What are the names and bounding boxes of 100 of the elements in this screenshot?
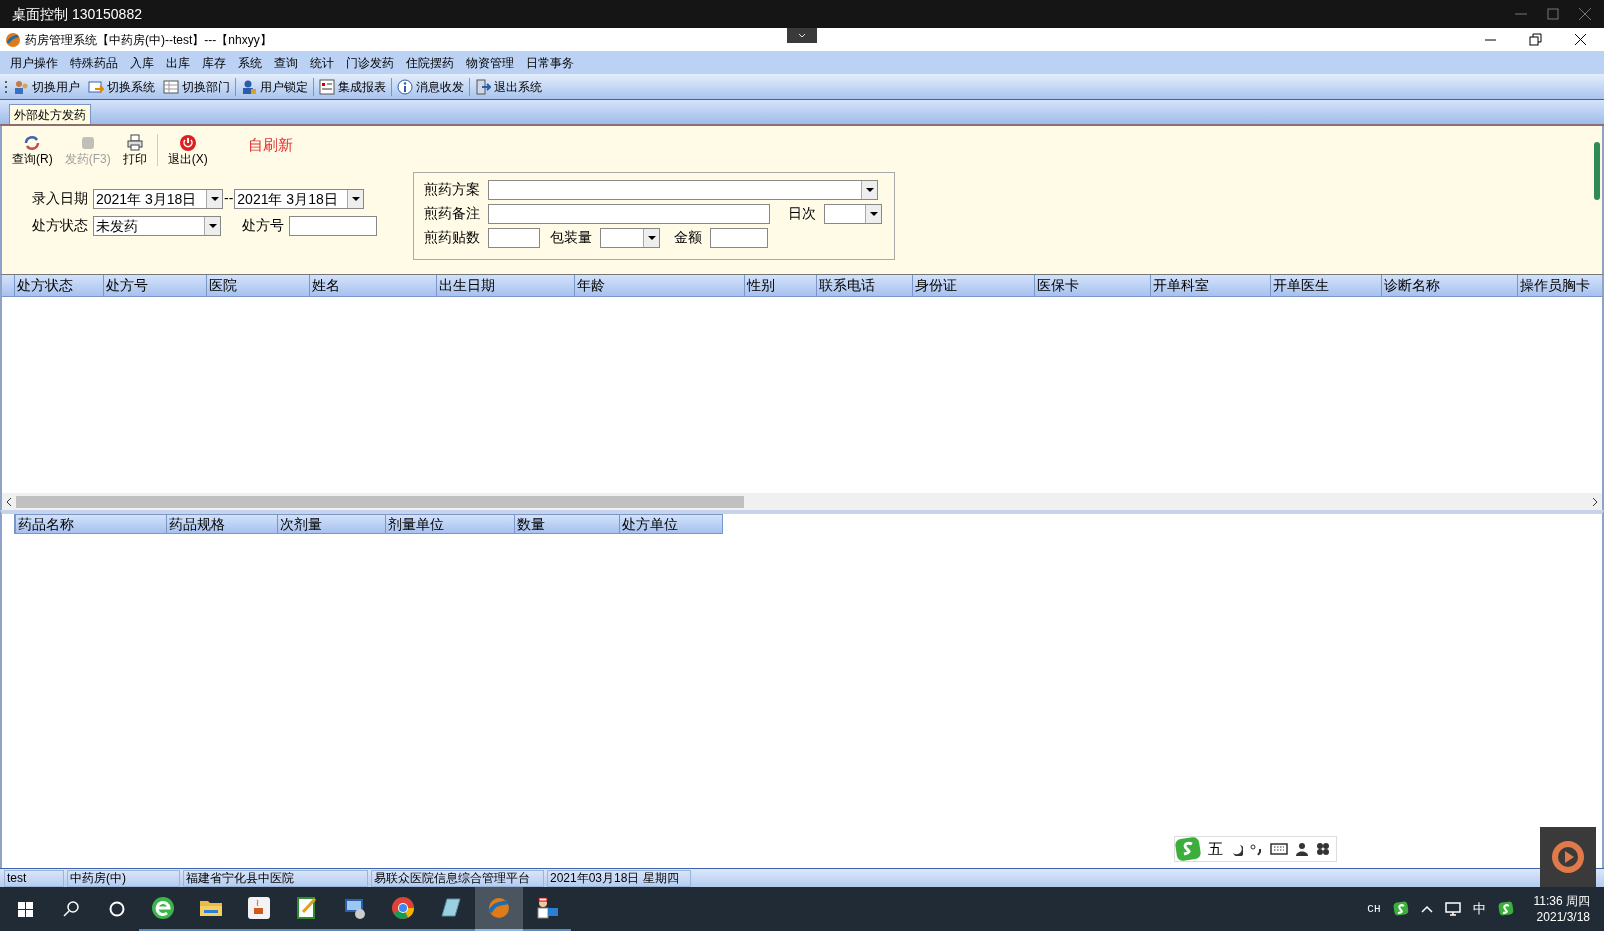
- ime-logo-icon[interactable]: [1497, 901, 1514, 917]
- menu-item[interactable]: 系统: [232, 53, 268, 72]
- toolbar-grip-icon: [4, 78, 8, 95]
- clock-date[interactable]: 2021/3/18: [1536, 909, 1590, 925]
- app-logo-icon: [487, 896, 511, 920]
- tab[interactable]: 外部处方发药: [9, 104, 91, 124]
- scroll-left-icon[interactable]: [6, 497, 12, 506]
- status-cell: 2021年03月18日 星期四: [547, 869, 691, 887]
- app-logo-icon: [5, 31, 21, 48]
- dropdown-arrow-icon[interactable]: [865, 187, 874, 192]
- menu-item[interactable]: 特殊药品: [64, 53, 124, 72]
- dropdown-arrow-icon[interactable]: [351, 196, 360, 201]
- column-header[interactable]: 开单医生: [1270, 275, 1381, 296]
- horizontal-scrollbar[interactable]: [2, 493, 1602, 510]
- column-header[interactable]: 次剂量: [277, 515, 385, 533]
- status-dropdown[interactable]: 未发药: [93, 215, 221, 236]
- keyboard-icon[interactable]: [1270, 842, 1288, 856]
- column-header[interactable]: 联系电话: [816, 275, 912, 296]
- column-header[interactable]: 处方单位: [619, 515, 722, 533]
- status-cell: 易联众医院信息综合管理平台: [371, 869, 544, 887]
- toolbar-button[interactable]: 用户锁定: [238, 75, 311, 98]
- column-header[interactable]: 药品名称: [15, 515, 166, 533]
- windows-start-icon[interactable]: [18, 901, 33, 917]
- status-cell: 福建省宁化县中医院: [183, 869, 368, 887]
- restore-icon[interactable]: [1529, 33, 1542, 46]
- column-header[interactable]: 剂量单位: [385, 515, 514, 533]
- status-cell: test: [4, 869, 64, 887]
- action-button[interactable]: 打印: [120, 134, 149, 166]
- menu-item[interactable]: 统计: [304, 53, 340, 72]
- menu-item[interactable]: 查询: [268, 53, 304, 72]
- window-title: 药房管理系统【中药房(中)--test】---【nhxyy】: [25, 31, 272, 49]
- menu-item[interactable]: 库存: [196, 53, 232, 72]
- close-icon[interactable]: [1574, 33, 1587, 46]
- ime-logo-icon[interactable]: [1392, 901, 1409, 917]
- printer-icon: [125, 134, 144, 152]
- language-indicator[interactable]: CH: [1367, 900, 1381, 918]
- note-field[interactable]: [488, 203, 770, 224]
- moon-icon[interactable]: [1230, 842, 1243, 856]
- column-header[interactable]: 医保卡: [1034, 275, 1150, 296]
- column-header[interactable]: 药品规格: [166, 515, 277, 533]
- column-header[interactable]: 开单科室: [1150, 275, 1270, 296]
- column-header[interactable]: 诊断名称: [1381, 275, 1517, 296]
- column-header[interactable]: 数量: [514, 515, 619, 533]
- field-label: 日次: [788, 204, 816, 223]
- menu-item[interactable]: 出库: [160, 53, 196, 72]
- refresh-icon: [23, 134, 42, 152]
- column-header[interactable]: 年龄: [574, 275, 744, 296]
- task-view-icon[interactable]: [109, 901, 125, 917]
- grid-icon[interactable]: [1316, 842, 1330, 856]
- ime-mode[interactable]: 五: [1208, 837, 1223, 861]
- dropdown-arrow-icon[interactable]: [208, 223, 217, 228]
- punctuation-icon[interactable]: [1250, 842, 1263, 856]
- column-header[interactable]: 医院: [206, 275, 309, 296]
- doctor-icon: [535, 896, 559, 920]
- scroll-right-icon[interactable]: [1592, 497, 1598, 506]
- menu-item[interactable]: 门诊发药: [340, 53, 400, 72]
- date-to-picker[interactable]: 2021年 3月18日: [234, 188, 365, 209]
- toolbar-button[interactable]: 集成报表: [316, 75, 389, 98]
- menu-item[interactable]: 用户操作: [4, 53, 64, 72]
- ime-indicator[interactable]: 中: [1472, 899, 1486, 919]
- scrollbar-thumb[interactable]: [1594, 142, 1600, 200]
- toolbar-button[interactable]: 切换部门: [160, 75, 233, 98]
- action-button[interactable]: 查询(R): [10, 134, 55, 166]
- toolbar-button[interactable]: 切换系统: [85, 75, 158, 98]
- menu-item[interactable]: 日常事务: [520, 53, 580, 72]
- column-header[interactable]: 处方号: [103, 275, 206, 296]
- toolbar-button[interactable]: 切换用户: [10, 75, 83, 98]
- scrollbar-thumb[interactable]: [16, 495, 744, 508]
- action-button[interactable]: 退出(X): [165, 134, 210, 166]
- report-icon: [319, 78, 335, 95]
- auto-refresh-label: 自刷新: [247, 134, 293, 155]
- cup-icon: [247, 896, 271, 920]
- doses-field[interactable]: [488, 227, 540, 248]
- network-icon[interactable]: [1444, 901, 1461, 917]
- toolbar-button[interactable]: 消息收发: [394, 75, 467, 98]
- column-header[interactable]: 姓名: [309, 275, 436, 296]
- chevron-up-icon[interactable]: [1420, 904, 1433, 914]
- column-header[interactable]: 操作员胸卡: [1517, 275, 1592, 296]
- menu-item[interactable]: 住院摆药: [400, 53, 460, 72]
- field-label: 煎药贴数: [424, 228, 480, 247]
- search-icon[interactable]: [63, 901, 79, 917]
- date-separator: --: [224, 189, 234, 208]
- play-flower-icon: [1550, 839, 1586, 875]
- floating-widget[interactable]: [1540, 827, 1596, 887]
- column-header[interactable]: 处方状态: [14, 275, 103, 296]
- column-header[interactable]: 身份证: [912, 275, 1034, 296]
- user-icon[interactable]: [1295, 842, 1309, 856]
- power-icon: [178, 134, 197, 152]
- column-header[interactable]: 性别: [744, 275, 816, 296]
- menu-item[interactable]: 物资管理: [460, 53, 520, 72]
- dropdown-arrow-icon[interactable]: [869, 211, 878, 216]
- dropdown-arrow-icon[interactable]: [210, 196, 219, 201]
- amount-field[interactable]: [710, 227, 768, 248]
- toolbar-button[interactable]: 退出系统: [472, 75, 545, 98]
- date-from-picker[interactable]: 2021年 3月18日: [93, 188, 223, 209]
- clock-time[interactable]: 11:36 周四: [1533, 893, 1590, 909]
- menu-item[interactable]: 入库: [124, 53, 160, 72]
- dropdown-arrow-icon[interactable]: [647, 235, 656, 240]
- column-header[interactable]: 出生日期: [436, 275, 574, 296]
- rx-number-field[interactable]: [289, 215, 377, 236]
